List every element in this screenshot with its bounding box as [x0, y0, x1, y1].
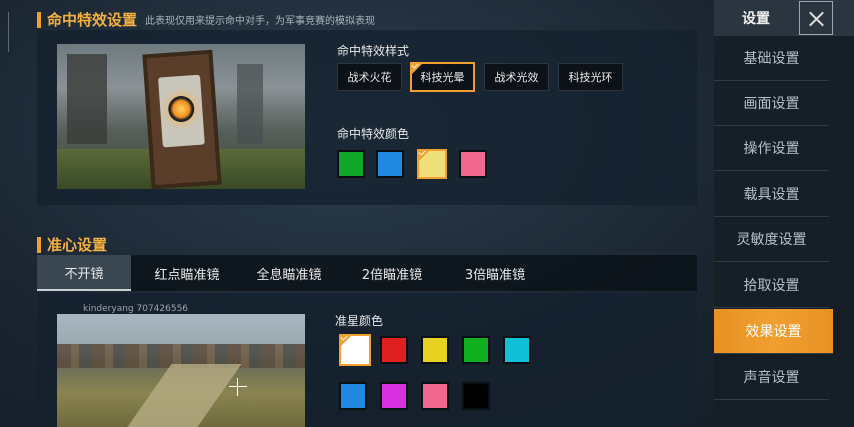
crosshair-color-swatch-white[interactable] [339, 334, 371, 366]
crosshair-preview-image [57, 314, 305, 427]
hit-effect-section-header: 命中特效设置 此表现仅用来提示命中对手，为军事竞赛的模拟表现 [37, 9, 375, 30]
sidebar-item-label: 拾取设置 [743, 278, 800, 294]
sidebar-item-sensitivity[interactable]: 灵敏度设置 [714, 217, 829, 262]
style-option-label: 战术光效 [494, 71, 539, 84]
sidebar-item-label: 画面设置 [743, 96, 800, 112]
hit-color-swatch-green[interactable] [337, 150, 365, 178]
style-option-tactical-spark[interactable]: 战术火花 [337, 63, 402, 91]
crosshair-color-swatch-yellow[interactable] [421, 336, 449, 364]
section-accent-bar [37, 236, 41, 253]
style-option-label: 科技光晕 [420, 71, 465, 84]
tab-label: 不开镜 [64, 266, 104, 282]
section-accent-bar [37, 11, 41, 28]
hit-effect-subtitle: 此表现仅用来提示命中对手，为军事竞赛的模拟表现 [145, 16, 376, 27]
crosshair-color-swatch-blue[interactable] [339, 382, 367, 410]
style-option-label: 战术火花 [347, 71, 392, 84]
sidebar-item-effects[interactable]: 效果设置 [714, 309, 833, 354]
tab-holographic[interactable]: 全息瞄准镜 [239, 255, 339, 291]
style-option-tactical-glow[interactable]: 战术光效 [484, 63, 549, 91]
hit-color-swatch-yellow[interactable] [417, 149, 447, 179]
selected-check-icon [417, 149, 431, 163]
crosshair-color-label: 准星颜色 [335, 314, 384, 328]
style-option-label: 科技光环 [568, 71, 613, 84]
sidebar-item-label: 效果设置 [745, 324, 802, 340]
user-watermark: kinderyang 707426556 [83, 304, 189, 314]
settings-sidebar: 设置 基础设置 画面设置 操作设置 载具设置 灵敏度设置 拾取设置 效果设置 声… [714, 0, 854, 427]
hit-color-swatch-pink[interactable] [459, 150, 487, 178]
hit-color-swatch-blue[interactable] [376, 150, 404, 178]
tab-label: 全息瞄准镜 [256, 267, 322, 283]
settings-main: 命中特效设置 此表现仅用来提示命中对手，为军事竞赛的模拟表现 命中特效样式 战术… [0, 0, 712, 427]
crosshair-color-swatch-red[interactable] [380, 336, 408, 364]
decorative-line [8, 12, 9, 52]
tab-no-scope[interactable]: 不开镜 [37, 255, 131, 291]
tab-2x-scope[interactable]: 2倍瞄准镜 [342, 255, 442, 291]
sidebar-item-label: 操作设置 [743, 141, 800, 157]
sidebar-item-label: 声音设置 [743, 370, 800, 386]
crosshair-color-swatch-green[interactable] [462, 336, 490, 364]
sidebar-item-pickup[interactable]: 拾取设置 [714, 263, 829, 308]
crosshair-icon [229, 386, 247, 387]
crosshair-section-header: 准心设置 [37, 234, 107, 255]
close-button[interactable] [799, 1, 833, 35]
style-option-tech-ring[interactable]: 科技光环 [558, 63, 623, 91]
tab-label: 3倍瞄准镜 [464, 267, 526, 283]
hit-effect-title: 命中特效设置 [47, 11, 138, 29]
sidebar-item-basic[interactable]: 基础设置 [714, 36, 829, 81]
sidebar-item-graphics[interactable]: 画面设置 [714, 81, 829, 126]
tab-3x-scope[interactable]: 3倍瞄准镜 [445, 255, 545, 291]
sidebar-item-vehicle[interactable]: 载具设置 [714, 172, 829, 217]
crosshair-color-swatch-cyan[interactable] [503, 336, 531, 364]
sidebar-item-label: 载具设置 [743, 187, 800, 203]
sidebar-item-sound[interactable]: 声音设置 [714, 355, 829, 400]
sidebar-item-label: 基础设置 [743, 51, 800, 67]
crosshair-color-swatch-black[interactable] [462, 382, 490, 410]
crosshair-color-swatch-magenta[interactable] [380, 382, 408, 410]
sidebar-title: 设置 [742, 11, 770, 27]
tab-label: 红点瞄准镜 [154, 267, 220, 283]
hit-effect-style-label: 命中特效样式 [337, 44, 410, 58]
tab-label: 2倍瞄准镜 [361, 267, 423, 283]
hit-effect-preview-image [57, 44, 305, 189]
sidebar-item-controls[interactable]: 操作设置 [714, 126, 829, 171]
sidebar-item-label: 灵敏度设置 [736, 232, 807, 248]
crosshair-color-swatch-pink[interactable] [421, 382, 449, 410]
crosshair-title: 准心设置 [47, 236, 108, 254]
hit-effect-color-label: 命中特效颜色 [337, 127, 410, 141]
style-option-tech-halo[interactable]: 科技光晕 [410, 62, 475, 92]
selected-check-icon [339, 334, 353, 348]
scope-tabs: 不开镜 红点瞄准镜 全息瞄准镜 2倍瞄准镜 3倍瞄准镜 [37, 255, 697, 291]
tab-red-dot[interactable]: 红点瞄准镜 [137, 255, 237, 291]
sidebar-header: 设置 [714, 0, 854, 36]
